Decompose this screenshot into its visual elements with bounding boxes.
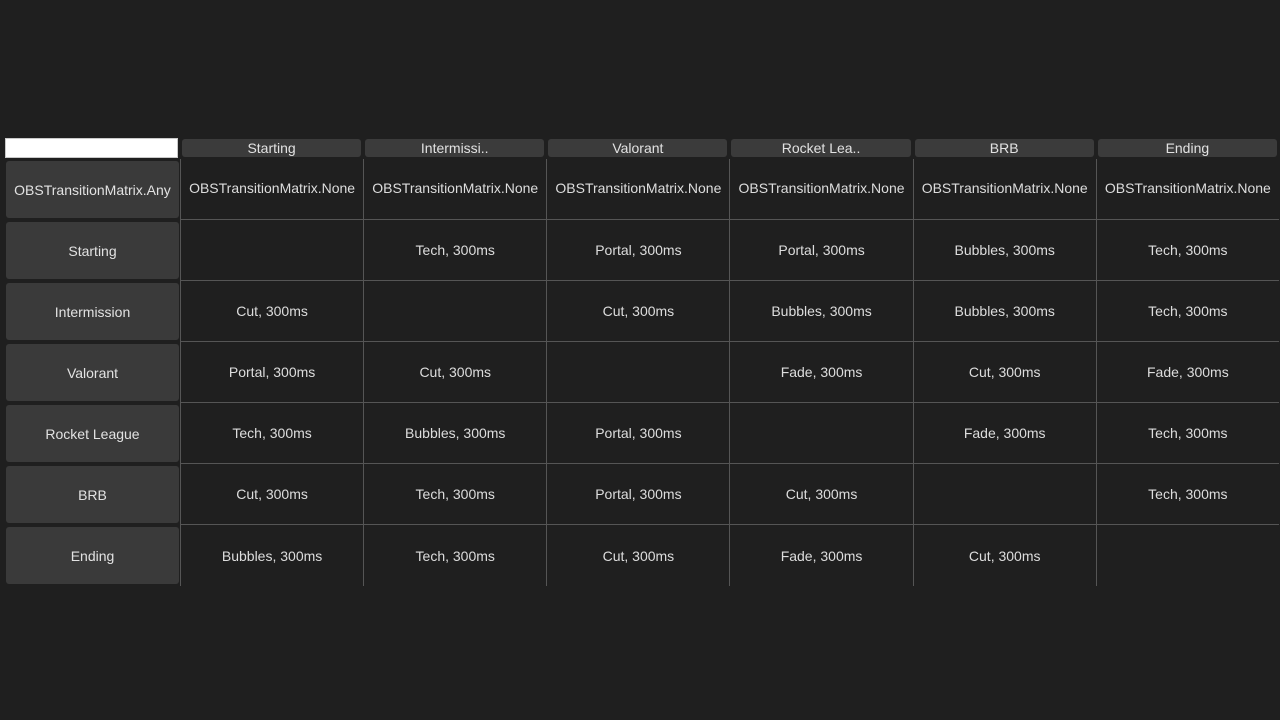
row-header-starting[interactable]: Starting <box>6 222 179 279</box>
row-header-cell: Rocket League <box>3 403 180 464</box>
matrix-cell[interactable]: Fade, 300ms <box>729 342 913 403</box>
matrix-cell[interactable] <box>546 342 730 403</box>
matrix-cell[interactable]: Portal, 300ms <box>729 220 913 281</box>
matrix-cell[interactable]: OBSTransitionMatrix.None <box>180 159 364 220</box>
column-header-cell: Rocket Lea.. <box>729 137 912 159</box>
matrix-cell[interactable]: Cut, 300ms <box>912 342 1096 403</box>
column-header-brb[interactable]: BRB <box>914 139 1094 157</box>
matrix-cell[interactable] <box>180 220 364 281</box>
matrix-cell[interactable]: Portal, 300ms <box>546 464 730 525</box>
matrix-cell[interactable]: Tech, 300ms <box>363 525 546 586</box>
matrix-cell[interactable]: Bubbles, 300ms <box>729 281 913 342</box>
row-header-intermission[interactable]: Intermission <box>6 283 179 340</box>
matrix-cell[interactable]: Bubbles, 300ms <box>912 281 1096 342</box>
matrix-cell[interactable]: Tech, 300ms <box>1095 220 1279 281</box>
matrix-cell[interactable]: Fade, 300ms <box>729 525 912 586</box>
matrix-cell[interactable] <box>363 281 547 342</box>
matrix-cell[interactable]: Tech, 300ms <box>180 403 364 464</box>
matrix-cell[interactable]: Bubbles, 300ms <box>912 220 1096 281</box>
matrix-cell[interactable]: Cut, 300ms <box>912 525 1096 586</box>
matrix-cell[interactable]: Portal, 300ms <box>546 403 730 464</box>
column-header-valorant[interactable]: Valorant <box>548 139 728 157</box>
matrix-cell[interactable] <box>1095 525 1279 586</box>
row-header-cell: Intermission <box>3 281 180 342</box>
column-header-cell: Intermissi.. <box>363 137 546 159</box>
column-header-ending[interactable]: Ending <box>1097 139 1277 157</box>
row-header-brb[interactable]: BRB <box>6 466 179 523</box>
matrix-cell[interactable]: Cut, 300ms <box>729 464 913 525</box>
matrix-filter-input[interactable] <box>5 138 178 158</box>
column-header-starting[interactable]: Starting <box>182 139 362 157</box>
transition-matrix-table: Starting Intermissi.. Valorant Rocket Lea..… <box>3 137 1279 586</box>
column-header-cell: Valorant <box>546 137 729 159</box>
column-header-intermissi[interactable]: Intermissi.. <box>365 139 545 157</box>
matrix-cell[interactable]: Tech, 300ms <box>363 464 547 525</box>
row-header-cell: OBSTransitionMatrix.Any <box>3 159 180 220</box>
matrix-cell[interactable]: OBSTransitionMatrix.None <box>1095 159 1279 220</box>
matrix-cell[interactable]: Cut, 300ms <box>546 281 730 342</box>
matrix-cell[interactable]: OBSTransitionMatrix.None <box>729 159 913 220</box>
matrix-cell[interactable]: Cut, 300ms <box>363 342 547 403</box>
matrix-cell[interactable]: Tech, 300ms <box>1095 464 1279 525</box>
matrix-cell[interactable]: Cut, 300ms <box>180 281 364 342</box>
matrix-cell[interactable]: Portal, 300ms <box>546 220 730 281</box>
matrix-cell[interactable] <box>729 403 913 464</box>
matrix-cell[interactable]: Tech, 300ms <box>363 220 547 281</box>
row-header-obstransitionmatrix-any[interactable]: OBSTransitionMatrix.Any <box>6 161 179 218</box>
matrix-cell[interactable] <box>912 464 1096 525</box>
column-header-cell: BRB <box>913 137 1096 159</box>
matrix-cell[interactable]: Cut, 300ms <box>546 525 729 586</box>
matrix-cell[interactable]: Bubbles, 300ms <box>363 403 547 464</box>
column-header-cell: Starting <box>180 137 363 159</box>
row-header-cell: Ending <box>3 525 180 586</box>
row-header-valorant[interactable]: Valorant <box>6 344 179 401</box>
row-header-cell: BRB <box>3 464 180 525</box>
matrix-cell[interactable]: Tech, 300ms <box>1095 281 1279 342</box>
matrix-cell[interactable]: Portal, 300ms <box>180 342 364 403</box>
row-header-cell: Valorant <box>3 342 180 403</box>
row-header-ending[interactable]: Ending <box>6 527 179 584</box>
matrix-cell[interactable]: Bubbles, 300ms <box>180 525 363 586</box>
row-header-rocket-league[interactable]: Rocket League <box>6 405 179 462</box>
matrix-cell[interactable]: OBSTransitionMatrix.None <box>546 159 730 220</box>
matrix-cell[interactable]: Cut, 300ms <box>180 464 364 525</box>
matrix-cell[interactable]: Tech, 300ms <box>1095 403 1279 464</box>
matrix-cell[interactable]: Fade, 300ms <box>912 403 1096 464</box>
column-header-cell: Ending <box>1096 137 1279 159</box>
column-header-rocket-lea[interactable]: Rocket Lea.. <box>731 139 911 157</box>
row-header-cell: Starting <box>3 220 180 281</box>
corner-cell <box>3 137 180 159</box>
matrix-cell[interactable]: OBSTransitionMatrix.None <box>363 159 547 220</box>
matrix-cell[interactable]: OBSTransitionMatrix.None <box>912 159 1096 220</box>
matrix-cell[interactable]: Fade, 300ms <box>1095 342 1279 403</box>
